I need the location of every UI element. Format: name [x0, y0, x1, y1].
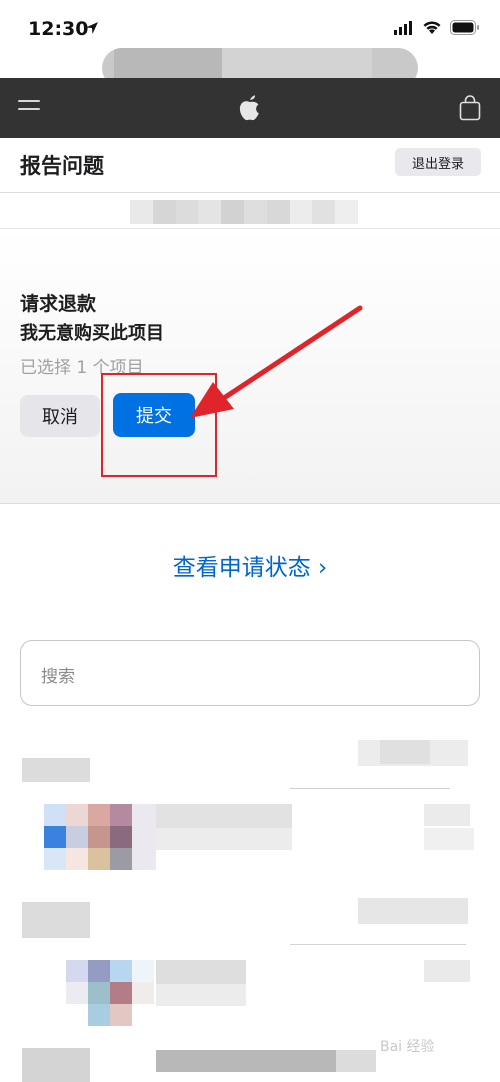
location-arrow-icon: [86, 22, 98, 34]
status-time: 12:30: [28, 18, 89, 40]
global-nav: [0, 78, 500, 138]
blurred-account-text: [130, 200, 358, 224]
page-title: 报告问题: [20, 154, 104, 178]
blurred-text: [156, 984, 246, 1006]
cancel-button[interactable]: 取消: [20, 395, 100, 437]
blurred-text: [22, 758, 90, 782]
search-input[interactable]: 搜索: [20, 640, 480, 706]
shopping-bag-icon[interactable]: [459, 95, 481, 121]
blurred-text: [358, 898, 468, 924]
refund-title: 请求退款: [20, 293, 97, 315]
blurred-text: [424, 960, 470, 982]
purchase-list-blurred: [0, 730, 500, 1082]
refund-request-panel: 请求退款 我无意购买此项目 已选择 1 个项目 取消 提交: [0, 228, 500, 504]
signal-icon: [394, 20, 412, 35]
blurred-text: [156, 1050, 336, 1072]
annotation-arrow-icon: [190, 305, 363, 418]
blurred-text: [156, 960, 246, 984]
baidu-watermark: Bai 经验: [380, 1039, 435, 1055]
wifi-icon: [423, 21, 441, 34]
app-thumbnail: [44, 804, 156, 872]
page-header: 报告问题 退出登录: [0, 138, 500, 193]
sign-out-button[interactable]: 退出登录: [395, 148, 481, 176]
status-indicators: [394, 20, 480, 35]
blurred-text: [424, 804, 470, 826]
divider: [290, 944, 466, 945]
refund-reason: 我无意购买此项目: [20, 323, 164, 344]
divider: [290, 788, 450, 789]
search-placeholder: 搜索: [41, 667, 75, 687]
hamburger-icon[interactable]: [18, 100, 42, 118]
apple-logo-icon[interactable]: [237, 94, 263, 122]
blurred-text: [22, 1048, 90, 1082]
blurred-text: [380, 740, 430, 764]
blurred-text: [156, 828, 292, 850]
blurred-text: [336, 1050, 376, 1072]
view-request-status-link[interactable]: 查看申请状态 ›: [0, 548, 500, 582]
blurred-text: [424, 828, 474, 850]
blurred-text: [22, 902, 90, 938]
app-thumbnail: [66, 960, 154, 1028]
blurred-text: [156, 804, 292, 828]
battery-icon: [450, 20, 479, 35]
